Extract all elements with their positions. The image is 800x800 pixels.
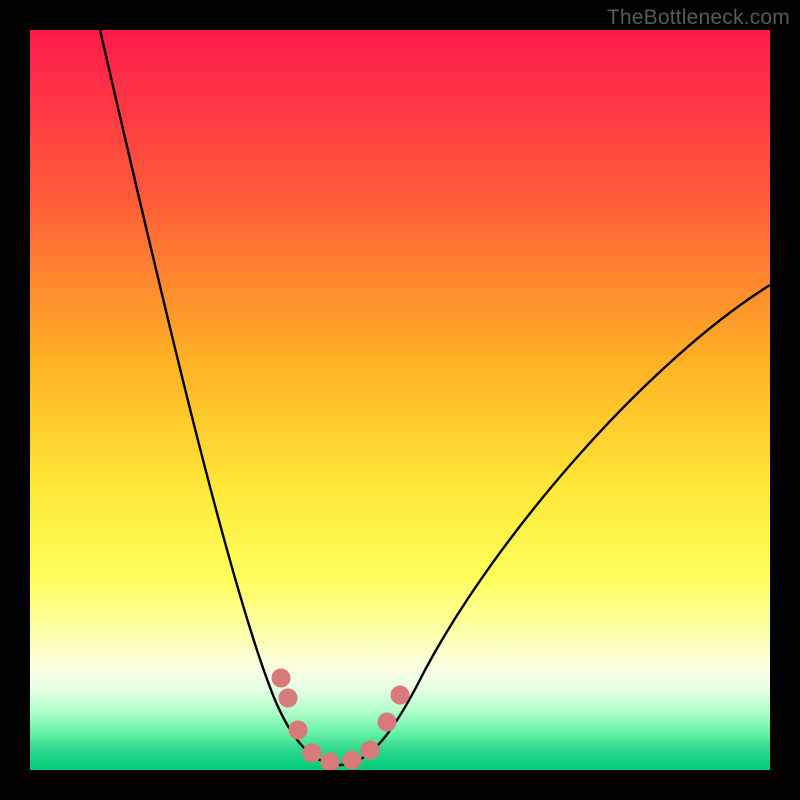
curve-marker xyxy=(343,751,361,769)
curve-marker xyxy=(279,689,297,707)
curve-marker xyxy=(272,669,290,687)
curve-layer xyxy=(30,30,770,770)
curve-marker xyxy=(321,753,339,770)
watermark-text: TheBottleneck.com xyxy=(607,6,790,30)
curve-marker xyxy=(303,744,321,762)
curve-marker xyxy=(391,686,409,704)
plot-frame xyxy=(30,30,770,770)
curve-marker xyxy=(289,721,307,739)
marker-group xyxy=(272,669,409,770)
bottleneck-curve xyxy=(100,30,770,765)
curve-marker xyxy=(378,713,396,731)
curve-marker xyxy=(361,741,379,759)
